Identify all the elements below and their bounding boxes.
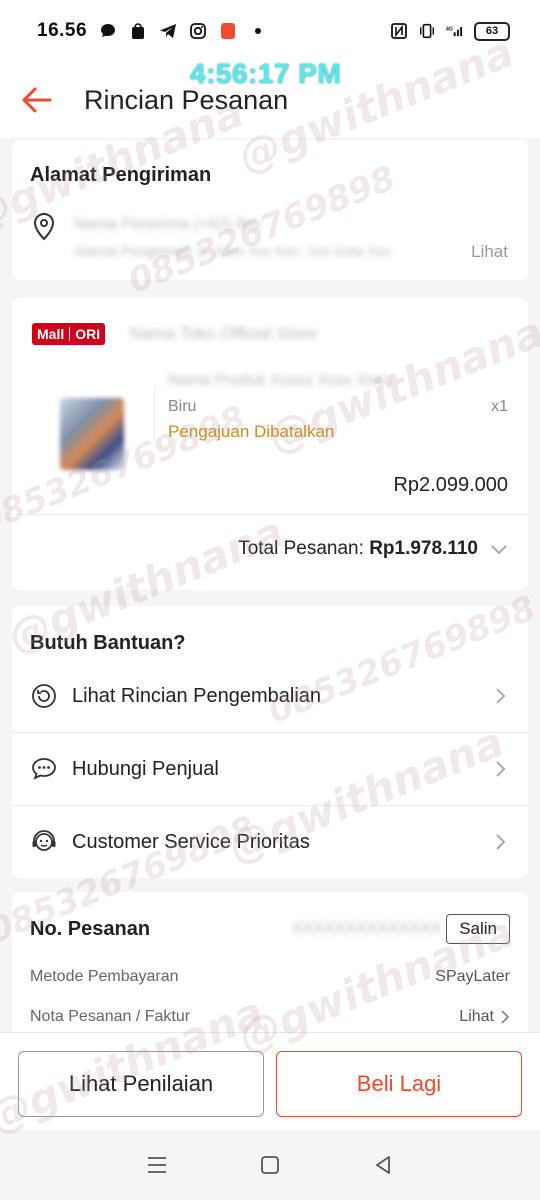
help-section-title: Butuh Bantuan? <box>30 632 186 654</box>
invoice-label: Nota Pesanan / Faktur <box>30 1008 191 1025</box>
vibrate-icon <box>418 22 436 40</box>
recipient-name: Nama Penerima (+62) 8xx <box>74 216 262 233</box>
mall-ori-badge: Mall ORI <box>32 323 106 345</box>
total-value: Rp1.978.110 <box>369 538 478 559</box>
product-price: Rp2.099.000 <box>393 474 508 496</box>
more-notifications-icon <box>249 22 267 40</box>
shop-name[interactable]: Nama Toko Official Store <box>130 324 400 344</box>
home-icon[interactable] <box>258 1153 282 1177</box>
divider <box>12 514 528 515</box>
bottom-action-bar: Lihat Penilaian Beli Lagi <box>0 1032 540 1130</box>
copy-order-number-button[interactable]: Salin <box>446 914 510 944</box>
order-number-title: No. Pesanan <box>30 918 151 940</box>
invoice-link[interactable]: Lihat <box>459 1008 494 1026</box>
telegram-icon <box>159 22 177 40</box>
order-total-row[interactable]: Total Pesanan: Rp1.978.110 <box>238 538 508 560</box>
svg-text:4G: 4G <box>446 26 453 32</box>
divider <box>154 386 155 442</box>
order-item-card: Mall ORI Nama Toko Official Store Nama P… <box>12 298 528 590</box>
payment-method-value: SPayLater <box>435 968 510 985</box>
instagram-icon <box>189 22 207 40</box>
chevron-right-icon <box>496 761 506 777</box>
help-item-return-details[interactable]: Lihat Rincian Pengembalian <box>12 660 528 732</box>
payment-method-row: Metode Pembayaran SPayLater <box>30 968 510 986</box>
chat-notification-icon <box>99 22 117 40</box>
buy-again-button[interactable]: Beli Lagi <box>276 1051 522 1117</box>
system-navigation-bar <box>0 1130 540 1200</box>
ori-badge-label: ORI <box>75 326 101 342</box>
help-item-label: Hubungi Penjual <box>72 757 219 780</box>
help-item-label: Lihat Rincian Pengembalian <box>72 684 322 707</box>
payment-method-label: Metode Pembayaran <box>30 968 179 985</box>
back-icon[interactable] <box>371 1153 395 1177</box>
help-card: Butuh Bantuan? Lihat Rincian Pengembalia… <box>12 606 528 878</box>
recipient-address: Alamat Pengiriman Jl. Xxxx Xxx Kec. Xxx … <box>74 243 391 259</box>
order-info-card: No. Pesanan XXXXXXXXXXXXXX Salin Metode … <box>12 892 528 1032</box>
chat-icon <box>32 758 56 780</box>
nfc-icon <box>390 22 408 40</box>
invoice-row[interactable]: Nota Pesanan / Faktur Lihat <box>30 1008 510 1026</box>
location-pin-icon <box>33 212 55 241</box>
shipping-address-card[interactable]: Alamat Pengiriman Nama Penerima (+62) 8x… <box>12 140 528 280</box>
support-agent-icon <box>32 830 56 851</box>
status-time: 16.56 <box>37 20 88 41</box>
help-item-label: Customer Service Prioritas <box>72 830 310 853</box>
menu-icon[interactable] <box>145 1153 169 1177</box>
pay-app-icon <box>219 22 237 40</box>
signal-icon: 4G <box>446 22 464 40</box>
help-item-contact-seller[interactable]: Hubungi Penjual <box>12 733 528 805</box>
overlay-clock: 4:56:17 PM <box>190 58 342 89</box>
mall-badge-label: Mall <box>37 326 65 342</box>
chevron-right-icon <box>496 834 506 850</box>
chevron-right-icon <box>501 1010 510 1024</box>
address-section-title: Alamat Pengiriman <box>30 164 212 186</box>
view-review-button[interactable]: Lihat Penilaian <box>18 1051 264 1117</box>
status-bar: 16.56 4G 63 <box>0 0 540 62</box>
help-item-priority-support[interactable]: Customer Service Prioritas <box>12 806 528 878</box>
product-thumbnail[interactable] <box>60 398 124 470</box>
chevron-right-icon <box>496 688 506 704</box>
total-label: Total Pesanan: <box>238 538 364 559</box>
product-variation: Biru <box>168 398 197 415</box>
order-status: Pengajuan Dibatalkan <box>168 422 335 441</box>
order-number: XXXXXXXXXXXXXX <box>292 920 442 937</box>
shopping-bag-icon <box>129 22 147 40</box>
return-icon <box>32 684 56 708</box>
back-arrow-icon[interactable] <box>20 83 54 117</box>
chevron-down-icon <box>491 545 507 555</box>
product-quantity: x1 <box>491 398 508 415</box>
product-name[interactable]: Nama Produk Xxxxx Xxxx Xxxx <box>168 372 503 390</box>
battery-indicator: 63 <box>474 21 510 41</box>
view-address-link[interactable]: Lihat <box>471 242 508 262</box>
